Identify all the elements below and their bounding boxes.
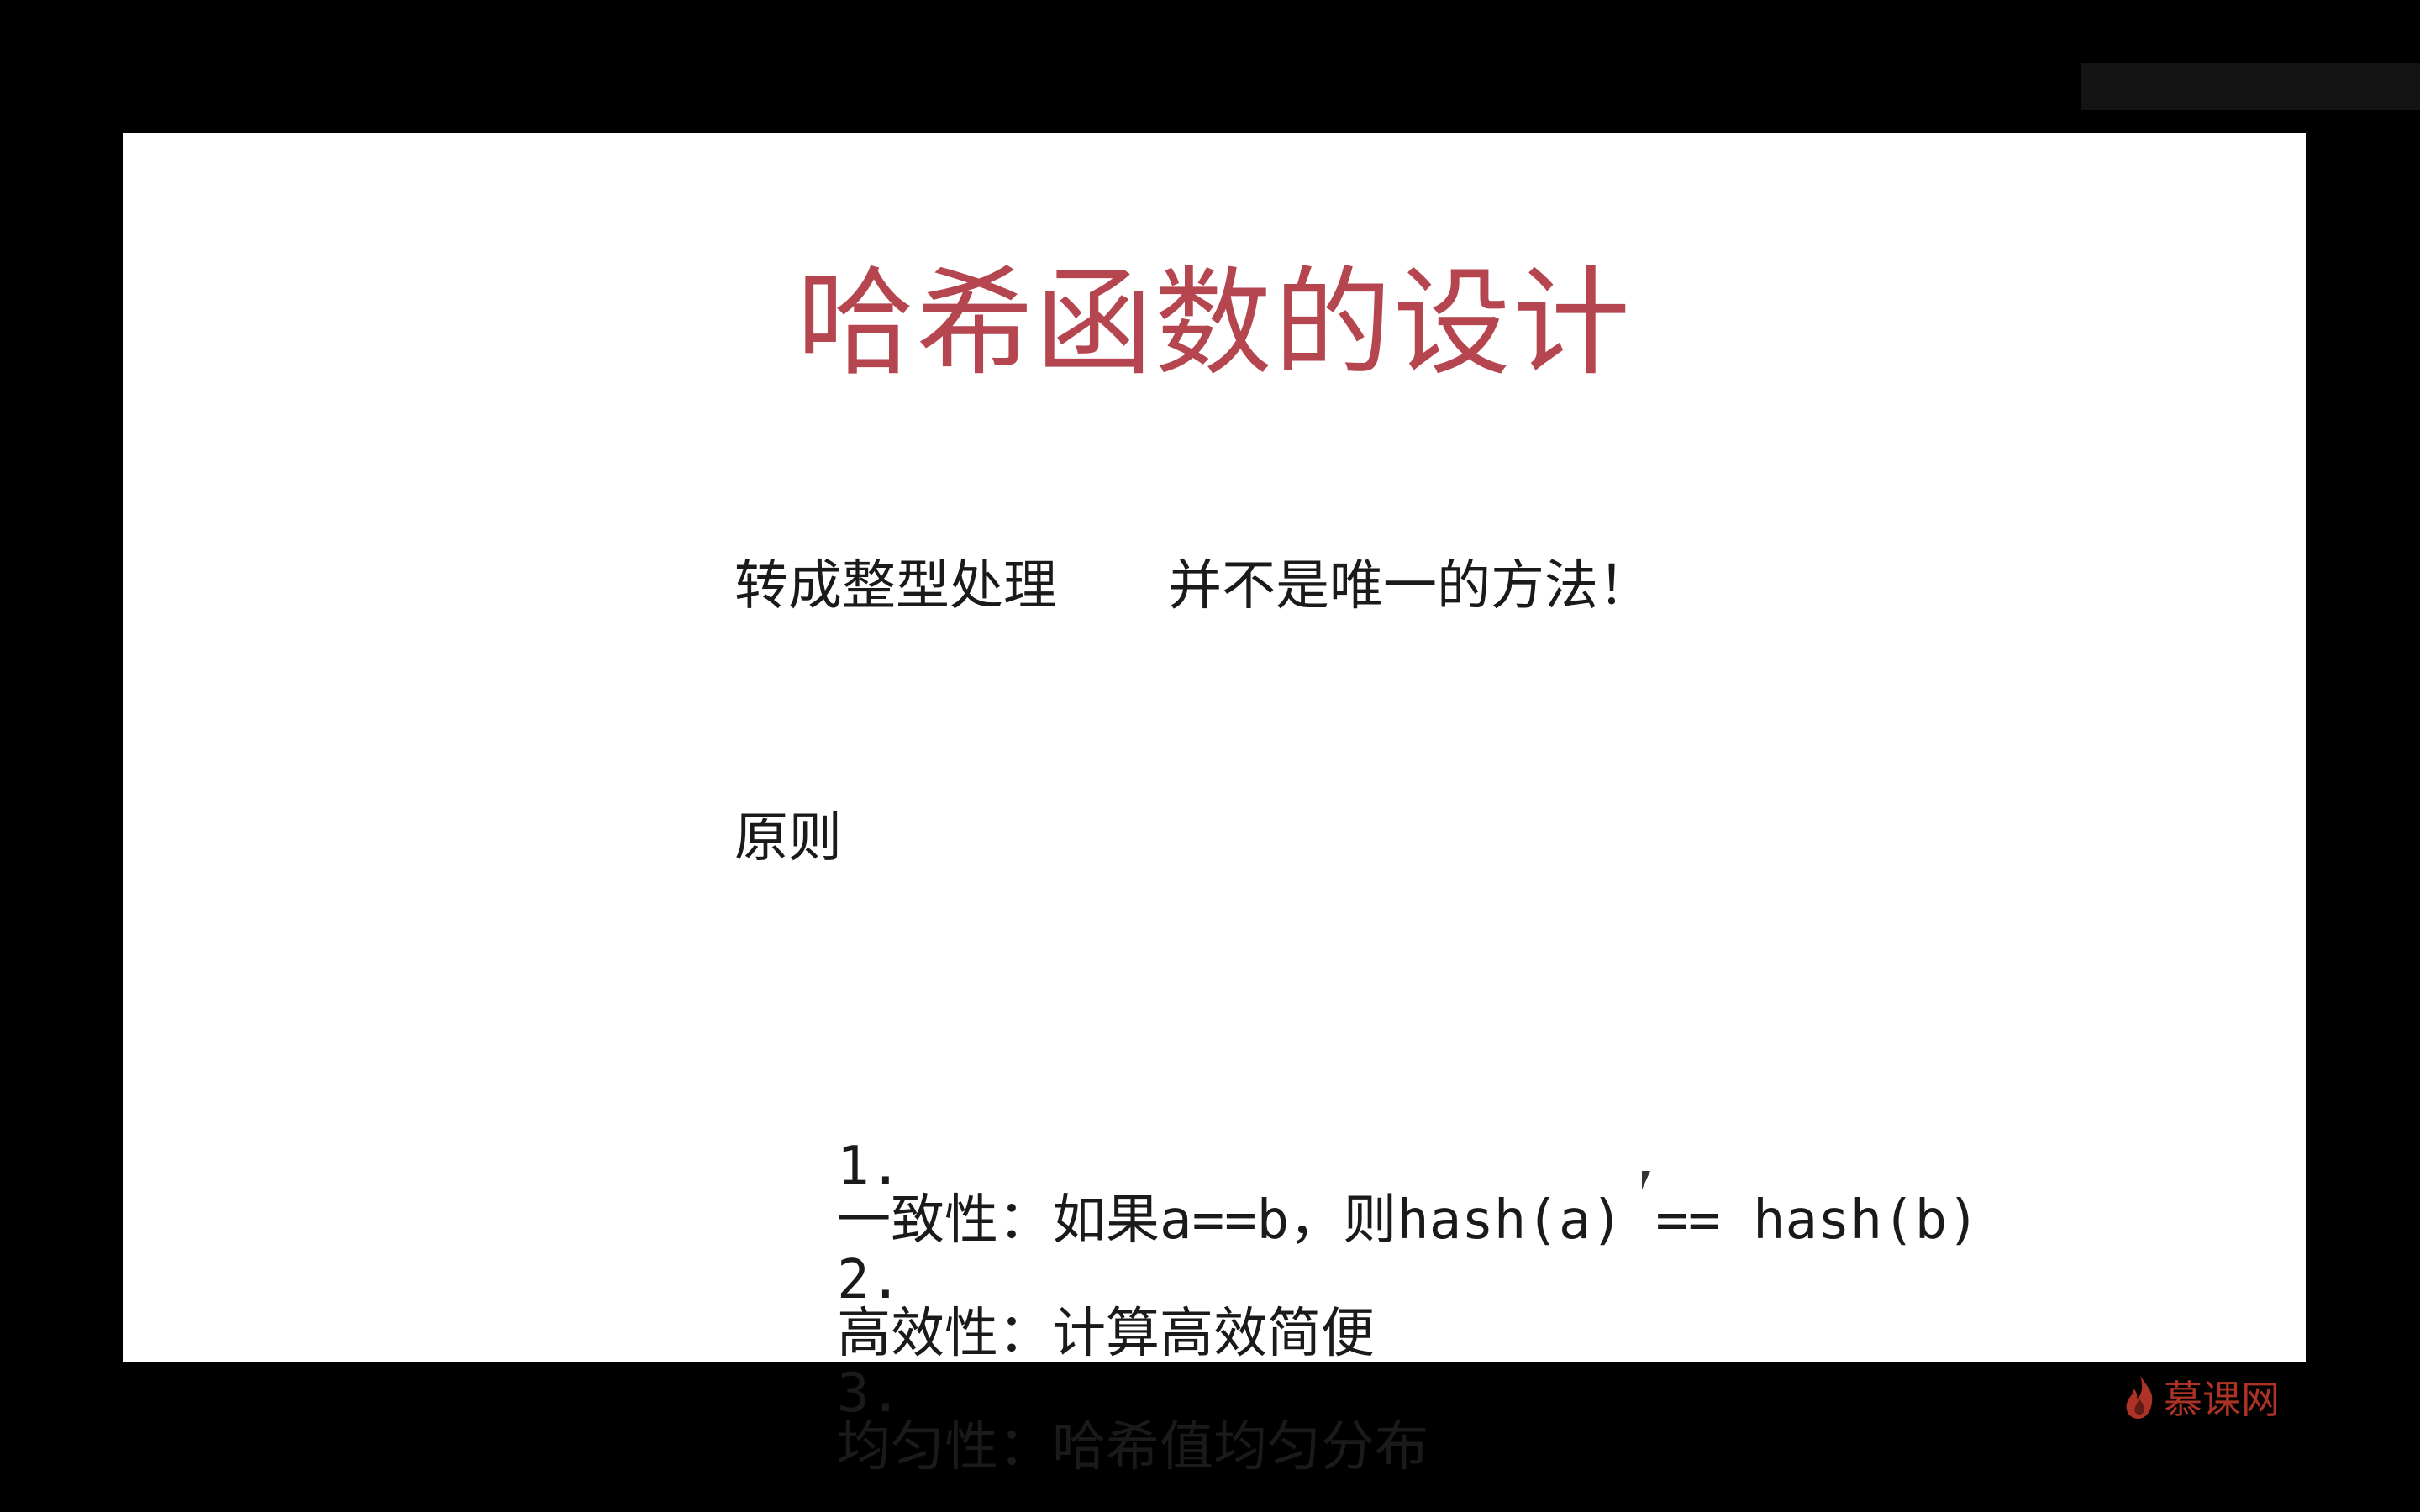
item-text: 哈希值均匀分布 [1052, 1416, 1429, 1478]
slide: 哈希函数的设计 转成整型处理 并不是唯一的方法！ 原则 1. 一致性：如果a==… [123, 133, 2306, 1474]
convert-to-int-text: 转成整型处理 [734, 555, 1057, 617]
video-frame: 哈希函数的设计 转成整型处理 并不是唯一的方法！ 原则 1. 一致性：如果a==… [0, 0, 2420, 1512]
item-label: 均匀性： [837, 1416, 1053, 1478]
item-number: 1. [837, 1136, 902, 1198]
item-number: 3. [837, 1362, 902, 1425]
mouse-cursor-icon [1642, 1171, 1659, 1189]
player-overlay-bar [2081, 63, 2420, 110]
principles-heading: 原则 [734, 807, 842, 869]
not-only-method-text: 并不是唯一的方法！ [1168, 555, 1652, 617]
item-number: 2. [837, 1249, 902, 1311]
principle-item: 3. 均匀性：哈希值均匀分布 [734, 1313, 1428, 1512]
flame-icon [2126, 1375, 2153, 1419]
brand-watermark: 慕课网 [2122, 1368, 2280, 1426]
slide-title: 哈希函数的设计 [796, 255, 1632, 392]
brand-name: 慕课网 [2164, 1377, 2280, 1422]
